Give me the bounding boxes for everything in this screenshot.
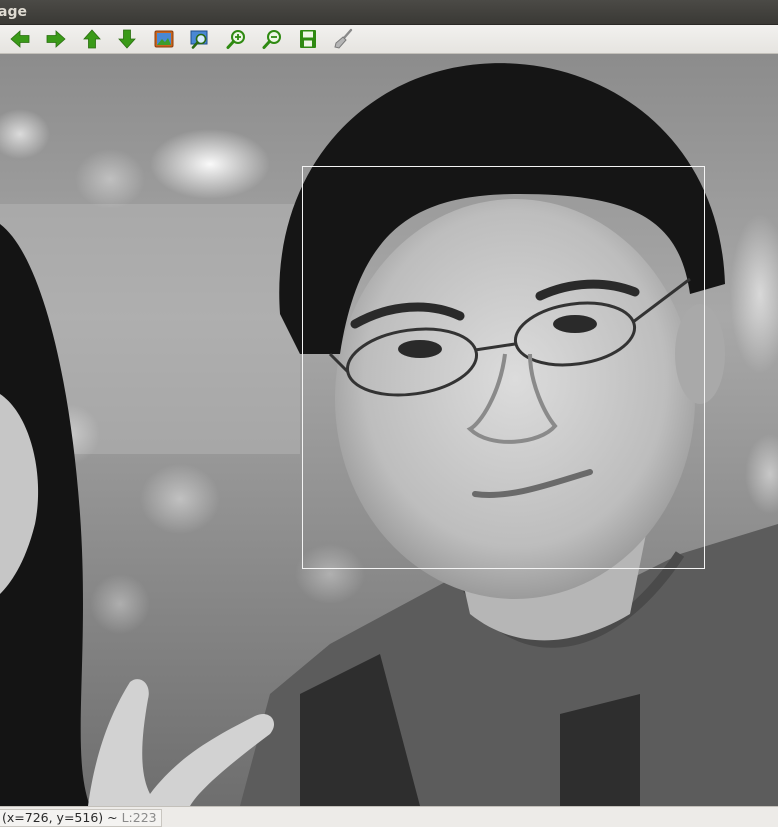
status-readout: (x=726, y=516) ~ L:223: [0, 809, 162, 827]
pan-down-button[interactable]: [114, 26, 140, 52]
pan-up-button[interactable]: [79, 26, 105, 52]
pan-left-button[interactable]: [7, 26, 33, 52]
status-luminance: L:223: [121, 810, 157, 825]
image-icon: [154, 30, 174, 48]
zoom-out-button[interactable]: [259, 26, 285, 52]
arrow-up-icon: [83, 29, 101, 49]
zoom-in-icon: [226, 30, 245, 49]
fit-image-button[interactable]: [151, 26, 177, 52]
arrow-left-icon: [10, 30, 30, 48]
arrow-down-icon: [118, 29, 136, 49]
image-canvas[interactable]: [0, 54, 778, 806]
zoom-area-button[interactable]: [187, 26, 213, 52]
arrow-right-icon: [46, 30, 66, 48]
face-detection-box: [302, 166, 705, 569]
properties-button[interactable]: [330, 26, 356, 52]
zoom-out-icon: [262, 30, 281, 49]
toolbar: [0, 25, 778, 54]
window-title: age: [0, 4, 27, 20]
status-bar: (x=726, y=516) ~ L:223: [0, 806, 778, 827]
pan-right-button[interactable]: [43, 26, 69, 52]
brush-icon: [334, 28, 353, 49]
save-icon: [300, 30, 316, 48]
zoom-in-button[interactable]: [223, 26, 249, 52]
save-button[interactable]: [295, 26, 321, 52]
status-coordinates: (x=726, y=516) ~: [2, 810, 122, 825]
window-titlebar[interactable]: age: [0, 0, 778, 25]
zoom-area-icon: [190, 30, 208, 49]
